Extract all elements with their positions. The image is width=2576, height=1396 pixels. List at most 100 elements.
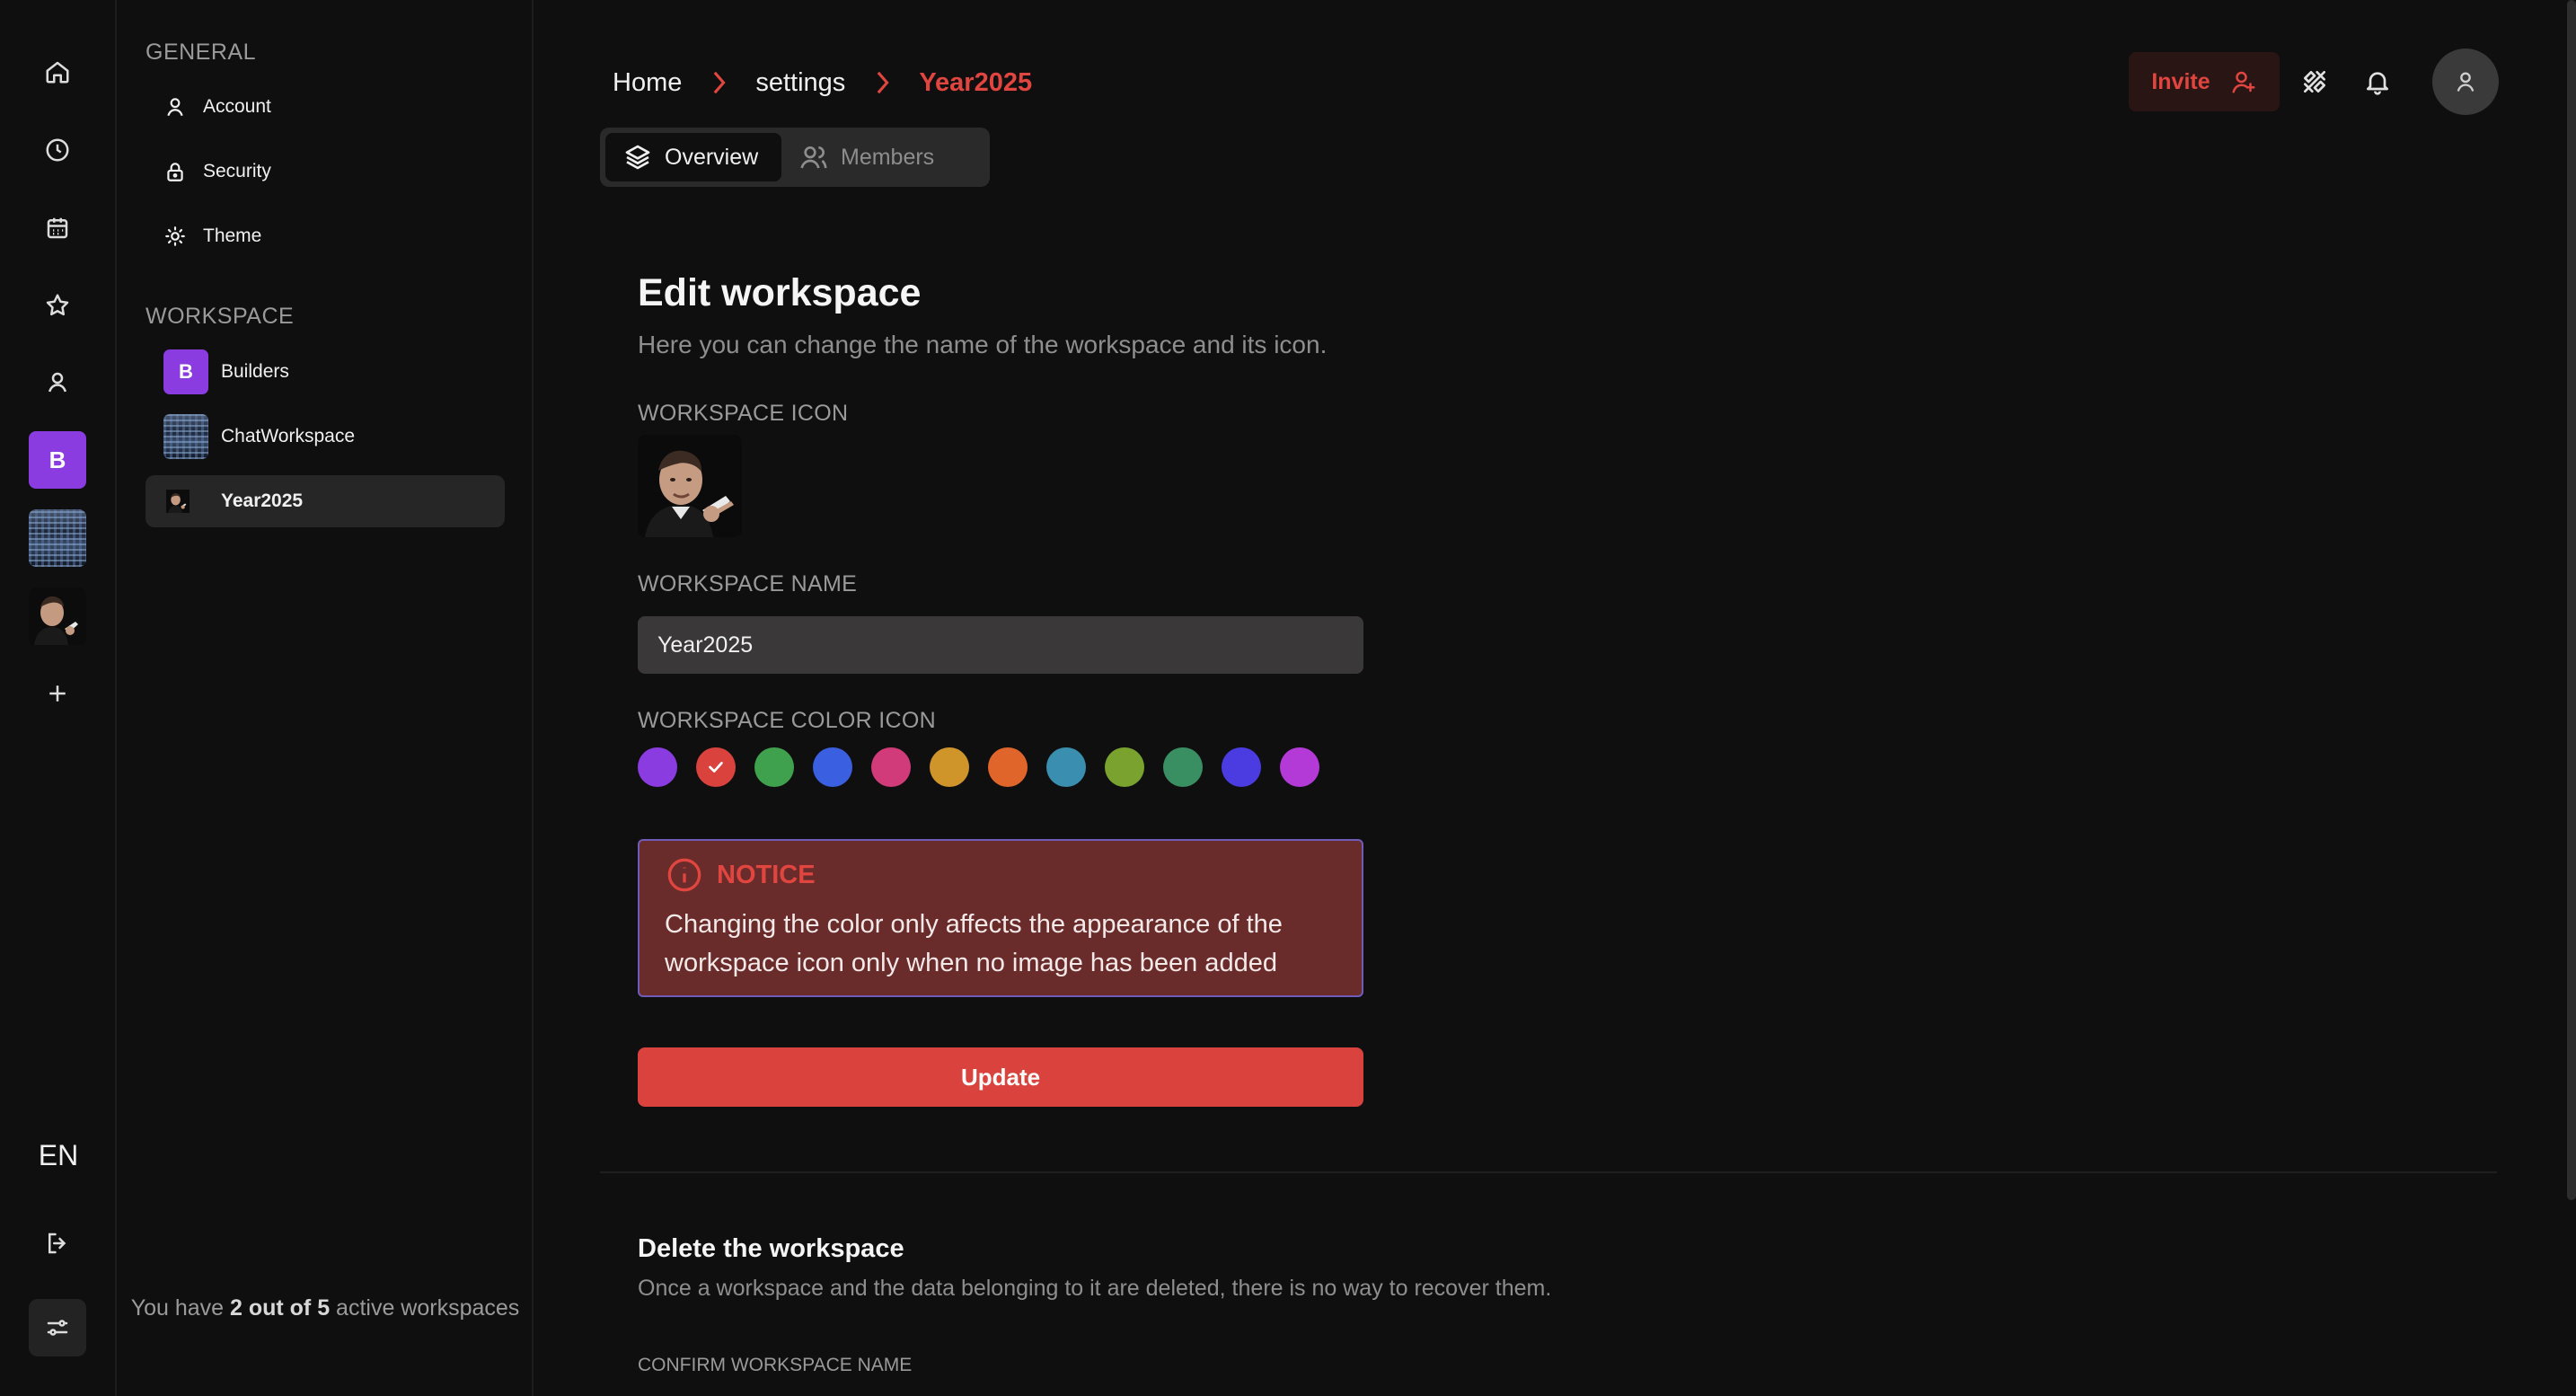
breadcrumb-home[interactable]: Home xyxy=(613,68,682,98)
chevron-right-icon xyxy=(714,71,727,94)
sun-icon xyxy=(165,226,185,246)
users-icon xyxy=(800,146,827,169)
color-swatch[interactable] xyxy=(813,747,852,787)
color-swatch[interactable] xyxy=(1280,747,1319,787)
rail-home-button[interactable] xyxy=(29,43,86,101)
rail-workspace-year2025[interactable] xyxy=(29,588,86,645)
invite-user-icon xyxy=(2232,71,2255,93)
rail-logout-button[interactable] xyxy=(29,1215,86,1272)
avatar-icon xyxy=(2457,72,2475,92)
invite-label: Invite xyxy=(2151,68,2210,94)
sidebar-item-label: Account xyxy=(203,96,271,117)
sidebar-item-account[interactable]: Account xyxy=(146,81,505,133)
sidebar-item-theme[interactable]: Theme xyxy=(146,210,505,262)
star-icon xyxy=(46,294,69,316)
page-scrollbar[interactable] xyxy=(2567,0,2576,1200)
builders-letter-icon: B xyxy=(163,349,208,394)
notice-header: NOTICE xyxy=(666,857,816,893)
workspace-name-label: WORKSPACE NAME xyxy=(638,571,858,596)
breadcrumb-settings[interactable]: settings xyxy=(755,68,845,98)
tools-icon xyxy=(2304,71,2325,93)
workspace-letter: B xyxy=(49,446,66,473)
lock-icon xyxy=(167,163,183,181)
chatworkspace-thumbnail xyxy=(163,414,208,459)
delete-workspace-title: Delete the workspace xyxy=(638,1234,904,1263)
color-swatch[interactable] xyxy=(1222,747,1261,787)
tab-members[interactable]: Members xyxy=(781,133,952,181)
home-icon xyxy=(46,61,69,84)
breadcrumb-current: Year2025 xyxy=(919,67,1033,97)
rail-favorites-button[interactable] xyxy=(29,277,86,334)
notice-box: NOTICE Changing the color only affects t… xyxy=(638,839,1363,997)
rail-workspace-chatworkspace[interactable] xyxy=(29,509,86,567)
rail-settings-button[interactable] xyxy=(29,1299,86,1356)
delete-workspace-description: Once a workspace and the data belonging … xyxy=(638,1276,1552,1301)
user-icon xyxy=(167,98,183,117)
tab-label: Overview xyxy=(665,144,759,170)
calendar-icon xyxy=(47,217,68,239)
icon-rail: B EN xyxy=(0,0,117,1396)
rail-calendar-button[interactable] xyxy=(29,199,86,257)
sidebar-item-label: Year2025 xyxy=(221,490,304,511)
sidebar-item-year2025[interactable]: Year2025 xyxy=(146,475,505,527)
sidebar-item-label: Theme xyxy=(203,225,262,246)
tab-overview[interactable]: Overview xyxy=(605,133,781,181)
notice-text: Changing the color only affects the appe… xyxy=(665,910,1283,977)
update-button[interactable]: Update xyxy=(638,1047,1363,1107)
color-swatch[interactable] xyxy=(1163,747,1203,787)
user-icon xyxy=(49,372,66,393)
section-divider xyxy=(600,1171,2497,1173)
workspace-section-title: WORKSPACE xyxy=(146,304,295,329)
invite-button[interactable]: Invite xyxy=(2129,52,2280,111)
breadcrumb: Home settings Year2025 xyxy=(613,65,1032,101)
info-icon xyxy=(667,858,701,892)
plus-icon xyxy=(49,685,66,702)
color-swatch[interactable] xyxy=(1105,747,1144,787)
workspace-icon-label: WORKSPACE ICON xyxy=(638,401,849,426)
color-swatch[interactable] xyxy=(1046,747,1086,787)
color-swatch[interactable] xyxy=(696,747,736,787)
notice-title: NOTICE xyxy=(717,860,816,889)
logout-icon xyxy=(49,1233,66,1254)
general-section-title: GENERAL xyxy=(146,40,256,65)
sidebar-item-label: Security xyxy=(203,161,271,181)
chatworkspace-thumbnail xyxy=(29,509,86,567)
tools-button[interactable] xyxy=(2296,63,2333,101)
sidebar-item-label: Builders xyxy=(221,361,289,382)
workspace-icon-picker[interactable] xyxy=(638,435,742,537)
sidebar-item-chatworkspace[interactable]: ChatWorkspace xyxy=(146,411,505,463)
settings-tabs: Overview Members xyxy=(600,128,990,187)
notifications-button[interactable] xyxy=(2359,63,2396,101)
user-avatar-button[interactable] xyxy=(2432,49,2499,115)
color-swatch-row xyxy=(638,747,1338,787)
layers-icon xyxy=(625,145,650,170)
sidebar-item-security[interactable]: Security xyxy=(146,146,505,198)
rail-profile-button[interactable] xyxy=(29,354,86,411)
language-selector[interactable]: EN xyxy=(0,1139,117,1172)
confirm-workspace-name-label: CONFIRM WORKSPACE NAME xyxy=(638,1355,913,1375)
rail-add-workspace-button[interactable] xyxy=(29,665,86,722)
workspace-name-input[interactable] xyxy=(638,616,1363,674)
workspace-icon-image xyxy=(638,435,742,537)
sliders-icon xyxy=(47,1320,68,1336)
rail-history-button[interactable] xyxy=(29,121,86,179)
year2025-thumbnail xyxy=(29,588,86,645)
year2025-thumbnail xyxy=(163,479,208,524)
color-swatch[interactable] xyxy=(871,747,911,787)
active-workspaces-summary: You have 2 out of 5 active workspaces xyxy=(130,1295,520,1321)
color-swatch[interactable] xyxy=(754,747,794,787)
check-icon xyxy=(709,762,723,773)
clock-icon xyxy=(46,138,69,162)
chevron-right-icon xyxy=(877,71,889,94)
rail-workspace-builders[interactable]: B xyxy=(29,431,86,489)
settings-sidebar: GENERAL Account Security Theme WORKSPACE… xyxy=(117,0,534,1396)
bell-icon xyxy=(2367,72,2388,95)
workspace-color-label: WORKSPACE COLOR ICON xyxy=(638,708,936,733)
color-swatch[interactable] xyxy=(988,747,1028,787)
color-swatch[interactable] xyxy=(638,747,677,787)
app-window: B EN GENERAL Account Security Theme WORK… xyxy=(0,0,2576,1396)
sidebar-item-builders[interactable]: B Builders xyxy=(146,346,505,398)
edit-workspace-title: Edit workspace xyxy=(638,271,922,314)
color-swatch[interactable] xyxy=(930,747,969,787)
tab-label: Members xyxy=(841,144,935,170)
